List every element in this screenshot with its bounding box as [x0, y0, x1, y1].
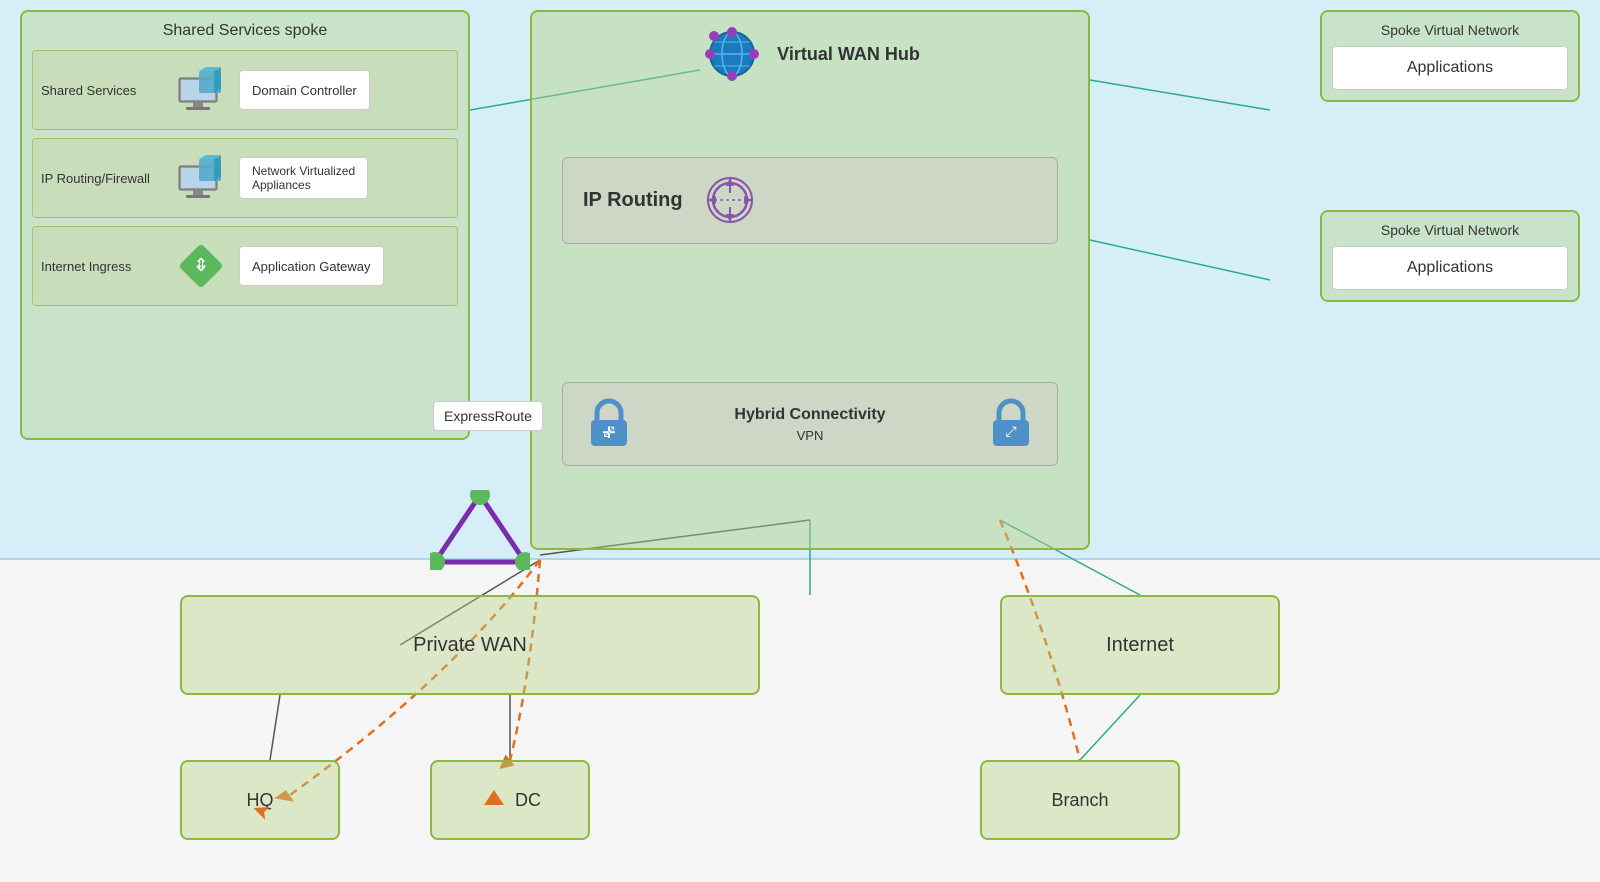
- lock-icon-left: ✛ ⤢: [583, 398, 635, 450]
- internet-ingress-label: Internet Ingress: [41, 259, 171, 274]
- routing-icon: [703, 173, 758, 228]
- internet-label: Internet: [1106, 634, 1174, 657]
- dc-label: DC: [515, 790, 541, 811]
- ip-routing-section-label: IP Routing: [583, 189, 683, 212]
- monitor-cube-icon-1: [171, 60, 231, 120]
- expressroute-triangle: [430, 490, 530, 575]
- spoke-vnet-2: Spoke Virtual Network Applications: [1320, 210, 1580, 302]
- application-gateway-box: Application Gateway: [239, 246, 384, 286]
- svg-text:⤢: ⤢: [1005, 423, 1016, 439]
- dc-arrow-icon: [479, 785, 509, 815]
- wan-hub-title: Virtual WAN Hub: [777, 44, 920, 65]
- vpn-label: VPN: [635, 428, 985, 443]
- internet-box: Internet: [1000, 595, 1280, 695]
- spoke-vnet-2-app: Applications: [1332, 246, 1568, 290]
- wan-hub-header: Virtual WAN Hub: [542, 22, 1078, 87]
- spoke-vnet-1-app: Applications: [1332, 46, 1568, 90]
- lock-icon-right: ⤢: [985, 398, 1037, 450]
- spoke-vnet-1-title: Spoke Virtual Network: [1332, 22, 1568, 38]
- branch-label: Branch: [1051, 790, 1108, 811]
- ip-routing-section: IP Routing: [562, 157, 1058, 244]
- shared-services-row: Shared Services Domain Controller: [32, 50, 458, 130]
- internet-ingress-row: Internet Ingress ⇕ ↔ Application Gateway: [32, 226, 458, 306]
- shared-services-spoke: Shared Services spoke Shared Services Do…: [20, 10, 470, 440]
- monitor-cube-icon-2: [171, 148, 231, 208]
- appgw-icon: ⇕ ↔: [171, 236, 231, 296]
- network-appliances-box: Network Virtualized Appliances: [239, 157, 368, 199]
- branch-box: Branch: [980, 760, 1180, 840]
- dc-box: DC: [430, 760, 590, 840]
- expressroute-label: ExpressRoute: [433, 401, 543, 431]
- ip-routing-row: IP Routing/Firewall Network Virtualized …: [32, 138, 458, 218]
- hybrid-connectivity-section: ✛ ⤢ Hybrid Connectivity VPN ⤢ ExpressRou…: [562, 382, 1058, 466]
- private-wan-box: Private WAN: [180, 595, 760, 695]
- globe-icon: [700, 22, 765, 87]
- hybrid-connectivity-title: Hybrid Connectivity: [635, 406, 985, 424]
- private-wan-label: Private WAN: [413, 634, 527, 657]
- ip-routing-label: IP Routing/Firewall: [41, 171, 171, 186]
- svg-text:↔: ↔: [193, 256, 209, 273]
- domain-controller-box: Domain Controller: [239, 70, 370, 110]
- svg-text:⤢: ⤢: [603, 423, 614, 439]
- virtual-wan-hub: Virtual WAN Hub IP Routing ✛ ⤢: [530, 10, 1090, 550]
- spoke-vnet-1: Spoke Virtual Network Applications: [1320, 10, 1580, 102]
- shared-services-label: Shared Services: [41, 83, 171, 98]
- spoke-title: Shared Services spoke: [32, 22, 458, 40]
- spoke-vnet-2-title: Spoke Virtual Network: [1332, 222, 1568, 238]
